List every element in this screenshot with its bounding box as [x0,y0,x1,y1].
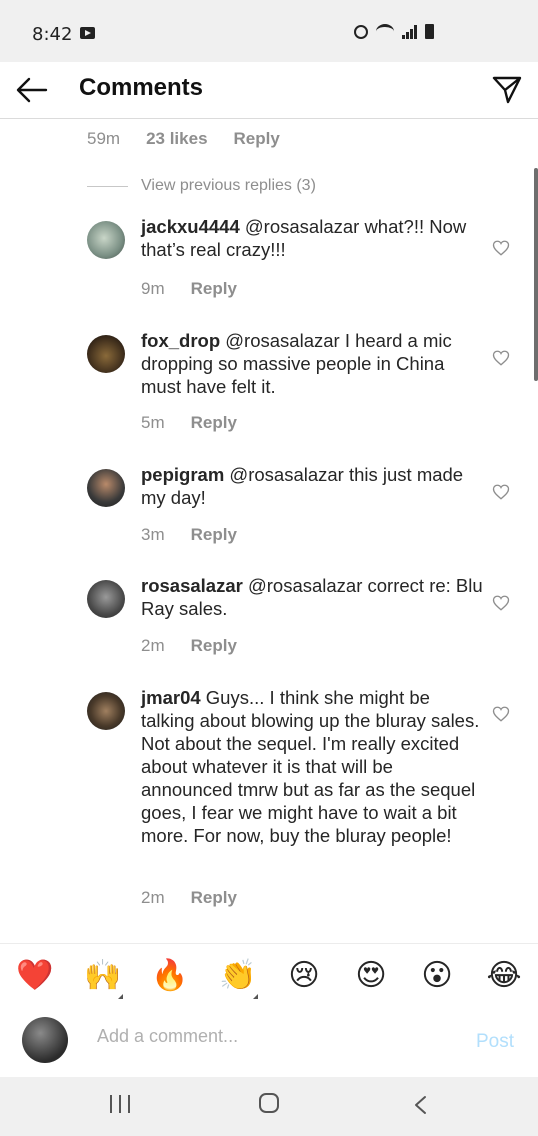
reply-button[interactable]: Reply [191,636,237,656]
avatar[interactable] [87,221,125,259]
comment-text: rosasalazar @rosasalazar correct re: Blu… [141,574,486,620]
laughing-face-emoji-button[interactable]: 😂 [486,958,522,994]
system-nav-bar [0,1077,538,1136]
username[interactable]: pepigram [141,464,224,485]
clapping-hands-emoji-button[interactable]: 👏 [219,958,256,994]
comment-time: 9m [141,279,165,298]
comment-text: pepigram @rosasalazar this just made my … [141,463,486,509]
post-button[interactable]: Post [476,1031,514,1053]
surprised-face-emoji-button[interactable]: 😮 [419,958,455,994]
parent-comment-meta: 59m 23 likes Reply [87,129,280,149]
status-icons [354,24,434,39]
view-previous-replies[interactable]: View previous replies (3) [87,177,316,195]
username[interactable]: jackxu4444 [141,216,240,237]
comment-meta: 2m Reply [141,636,237,656]
reply-button[interactable]: Reply [191,413,237,433]
avatar[interactable] [87,580,125,618]
scrollbar[interactable] [534,168,538,381]
like-heart-icon[interactable] [492,705,510,723]
reply-button[interactable]: Reply [234,129,280,149]
comment-input[interactable] [95,1025,449,1048]
skin-tone-indicator-icon [253,994,258,999]
avatar[interactable] [87,469,125,507]
comment-text: fox_drop @rosasalazar I heard a mic drop… [141,329,486,398]
comment-time: 3m [141,525,165,544]
recent-apps-icon[interactable] [110,1095,130,1117]
send-icon[interactable] [491,74,523,106]
username[interactable]: jmar04 [141,687,201,708]
like-heart-icon[interactable] [492,349,510,367]
like-heart-icon[interactable] [492,483,510,501]
comment-meta: 3m Reply [141,525,237,545]
skin-tone-indicator-icon [118,994,123,999]
avatar[interactable] [87,335,125,373]
status-bar: 8:42 [0,0,538,62]
comment-meta: 9m Reply [141,279,237,299]
like-heart-icon[interactable] [492,239,510,257]
comment-meta: 5m Reply [141,413,237,433]
fire-emoji-button[interactable]: 🔥 [151,958,188,994]
home-icon[interactable] [259,1093,279,1113]
comment-text: jmar04 Guys... I think she might be talk… [141,686,486,847]
like-heart-icon[interactable] [492,594,510,612]
emoji-quick-bar: ❤️ 🙌 🔥 👏 😢 😍 😮 😂 [0,943,538,1009]
battery-icon [425,24,434,39]
header: Comments [0,62,538,119]
comment-meta: 2m Reply [141,888,237,908]
reply-button[interactable]: Reply [191,525,237,545]
comment-time: 5m [141,413,165,432]
reply-button[interactable]: Reply [191,888,237,908]
crying-face-emoji-button[interactable]: 😢 [286,958,322,994]
heart-eyes-emoji-button[interactable]: 😍 [353,958,389,994]
status-time: 8:42 [32,24,73,45]
reply-button[interactable]: Reply [191,279,237,299]
avatar [22,1017,68,1063]
media-playing-icon [80,27,95,39]
username[interactable]: fox_drop [141,330,220,351]
nav-back-icon[interactable] [410,1094,432,1116]
raising-hands-emoji-button[interactable]: 🙌 [84,958,121,994]
heart-emoji-button[interactable]: ❤️ [16,958,53,994]
username[interactable]: rosasalazar [141,575,243,596]
avatar[interactable] [87,692,125,730]
alarm-icon [354,24,368,39]
comment-time: 2m [141,888,165,907]
comment-time: 59m [87,129,121,148]
page-title: Comments [79,74,204,101]
comment-text: jackxu4444 @rosasalazar what?!! Now that… [141,215,486,261]
signal-icon [402,24,417,39]
wifi-icon [376,24,394,39]
divider [87,185,128,187]
comment-time: 2m [141,636,165,655]
view-previous-label: View previous replies (3) [141,177,316,194]
back-arrow-icon[interactable] [16,76,48,104]
comment-composer: Post [0,1007,538,1077]
comment-body: Guys... I think she might be talking abo… [141,687,480,846]
likes-count[interactable]: 23 likes [146,129,207,149]
